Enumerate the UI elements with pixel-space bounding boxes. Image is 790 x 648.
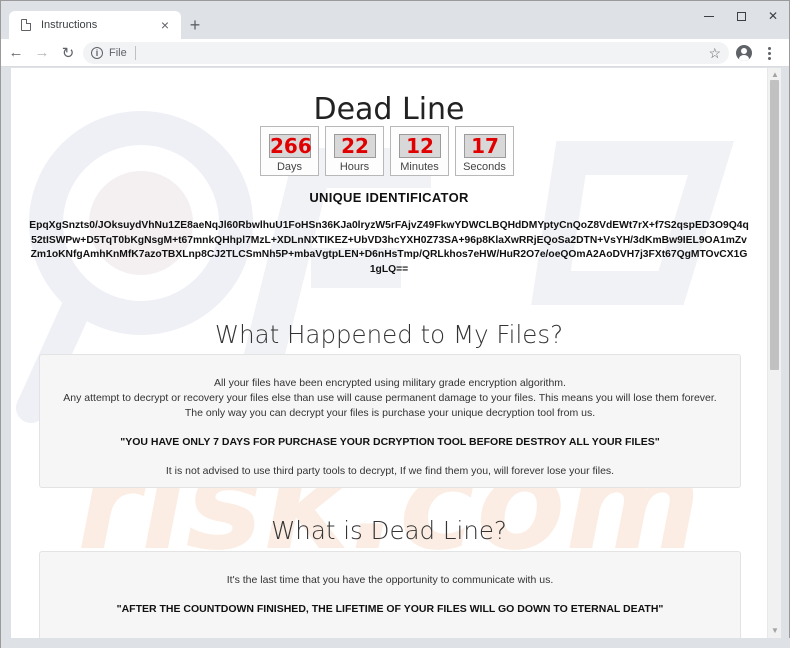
panel-text-line: Any attempt to decrypt or recovery your … — [63, 392, 717, 404]
page-scrollbar[interactable]: ▲ ▼ — [767, 68, 781, 638]
address-scheme: File — [109, 47, 127, 59]
browser-window: Instructions × + ✕ ← → ↻ i File ☆ risk.c… — [0, 0, 790, 648]
scroll-up-icon[interactable]: ▲ — [770, 70, 780, 80]
what-happened-panel: All your files have been encrypted using… — [39, 354, 741, 488]
browser-toolbar: ← → ↻ i File ☆ — [1, 39, 789, 67]
window-bottom-frame — [1, 638, 790, 648]
panel-text-line: It's the last time that you have the opp… — [226, 574, 554, 586]
seconds-value: 17 — [464, 134, 506, 158]
unique-id-heading: UNIQUE IDENTIFICATOR — [309, 190, 469, 205]
bookmark-star-icon[interactable]: ☆ — [708, 45, 721, 61]
days-value: 266 — [269, 134, 312, 158]
scroll-thumb[interactable] — [770, 80, 779, 370]
countdown-minutes: 12 Minutes — [390, 126, 449, 176]
countdown-timer: 266 Days 22 Hours 12 Minutes 17 Seconds — [260, 126, 514, 176]
days-label: Days — [276, 161, 303, 173]
hours-value: 22 — [334, 134, 376, 158]
seconds-label: Seconds — [463, 161, 506, 173]
page-viewport: risk.com Dead Line 266 Days 22 Hours 12 … — [11, 68, 767, 638]
address-bar[interactable]: i File ☆ — [83, 42, 729, 64]
maximize-icon — [736, 11, 746, 21]
countdown-seconds: 17 Seconds — [455, 126, 514, 176]
document-icon — [21, 19, 31, 31]
warning-text: "YOU HAVE ONLY 7 DAYS FOR PURCHASE YOUR … — [120, 436, 660, 448]
hours-label: Hours — [339, 161, 370, 173]
panel-text-line: All your files have been encrypted using… — [214, 377, 566, 389]
minimize-icon — [704, 15, 714, 17]
back-button[interactable]: ← — [5, 42, 27, 64]
tab-title: Instructions — [41, 19, 98, 31]
scroll-down-icon[interactable]: ▼ — [770, 626, 780, 636]
browser-menu-icon[interactable] — [761, 45, 777, 61]
minutes-value: 12 — [399, 134, 441, 158]
panel-text-line: It is not advised to use third party too… — [165, 465, 615, 477]
minutes-label: Minutes — [400, 161, 439, 173]
reload-button[interactable]: ↻ — [57, 42, 79, 64]
countdown-days: 266 Days — [260, 126, 319, 176]
new-tab-button[interactable]: + — [187, 16, 203, 34]
warning-text: "AFTER THE COUNTDOWN FINISHED, THE LIFET… — [116, 603, 664, 615]
tab-close-icon[interactable]: × — [157, 17, 173, 33]
minimize-button[interactable] — [693, 1, 725, 31]
countdown-hours: 22 Hours — [325, 126, 384, 176]
unique-id-value: EpqXgSnzts0/JOksuydVhNu1ZE8aeNqJl60Rbwlh… — [29, 220, 749, 275]
panel-text-line: The only way you can decrypt your files … — [184, 407, 596, 419]
page-title: Dead Line — [313, 92, 465, 127]
maximize-button[interactable] — [725, 1, 757, 31]
section-heading-what-is-dead-line: What is Dead Line? — [271, 516, 507, 545]
section-heading-what-happened: What Happened to My Files? — [214, 320, 564, 349]
what-is-dead-line-panel: It's the last time that you have the opp… — [39, 551, 741, 638]
window-controls: ✕ — [693, 1, 789, 31]
close-window-button[interactable]: ✕ — [757, 1, 789, 31]
tab-instructions[interactable]: Instructions × — [9, 11, 181, 39]
tab-strip: Instructions × + ✕ — [1, 1, 789, 39]
info-icon[interactable]: i — [91, 47, 103, 59]
address-separator — [134, 46, 136, 60]
profile-avatar-icon[interactable] — [736, 45, 752, 61]
forward-button[interactable]: → — [31, 42, 53, 64]
